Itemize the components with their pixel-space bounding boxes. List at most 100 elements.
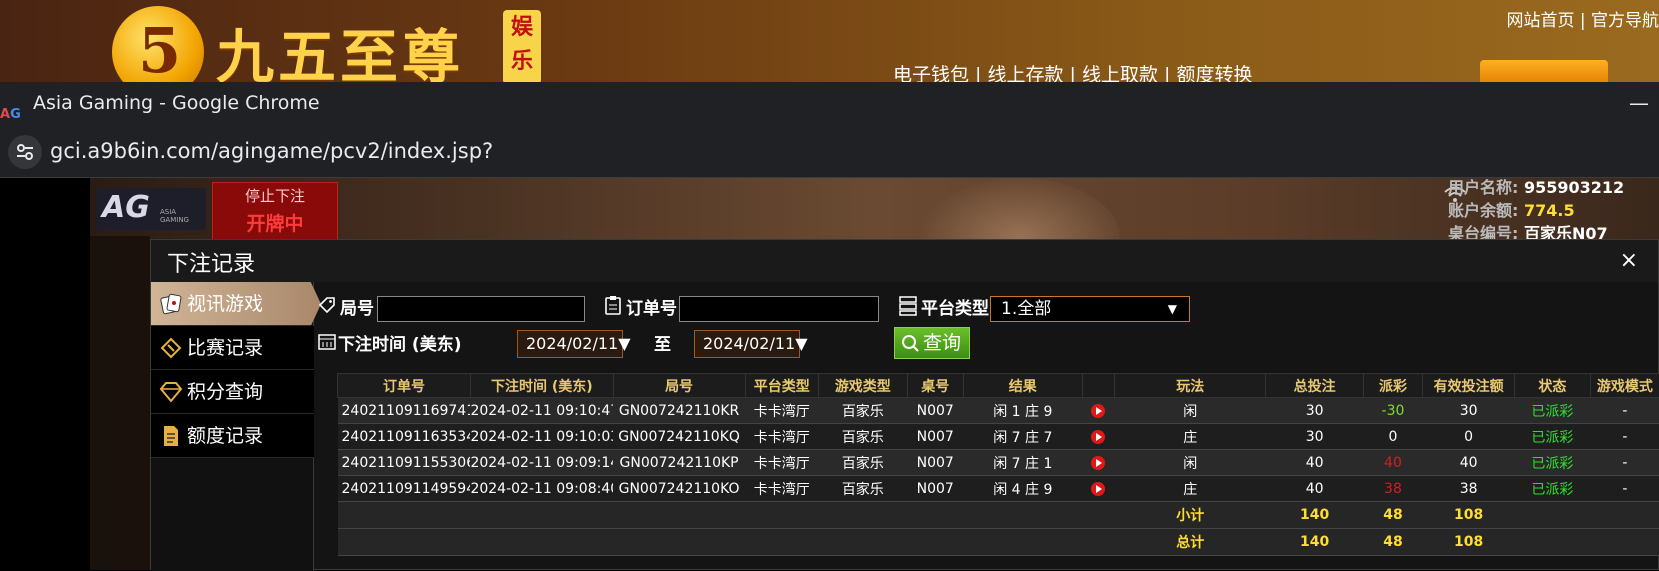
cell-time: 2024-02-11 09:10:47	[470, 398, 613, 424]
total-row: 总计 140 48 108	[338, 529, 1659, 556]
cell-platform: 卡卡湾厅	[745, 424, 819, 450]
cell-video[interactable]	[1082, 424, 1114, 450]
side-item-label: 积分查询	[187, 381, 263, 403]
date-from-picker[interactable]: 2024/02/11▼	[517, 330, 623, 358]
round-label: 局号	[340, 294, 374, 319]
bet-records-table: 订单号 下注时间 (美东) 局号 平台类型 游戏类型 桌号 结果 玩法 总投注 …	[337, 373, 1659, 556]
platform-select-value: 1.全部	[1001, 299, 1051, 319]
cell-payout: 38	[1363, 476, 1422, 502]
cell-time: 2024-02-11 09:10:03	[470, 424, 613, 450]
side-item-video-games[interactable]: 视讯游戏	[151, 282, 321, 326]
username-value: 955903212	[1524, 178, 1624, 197]
site-logo-number: 5	[138, 14, 181, 82]
order-input[interactable]	[679, 296, 879, 322]
cell-table: N007	[907, 424, 963, 450]
balance-label: 账户余额:	[1448, 201, 1518, 220]
col-order: 订单号	[338, 374, 471, 398]
dealing-text: 开牌中	[213, 209, 337, 236]
col-platform: 平台类型	[745, 374, 819, 398]
clipboard-icon	[604, 295, 622, 315]
query-button-label: 查询	[923, 332, 961, 354]
cell-mode: -	[1590, 450, 1659, 476]
url-field[interactable]: gci.a9b6in.com/agingame/pcv2/index.jsp?	[50, 124, 493, 178]
minimize-button[interactable]: —	[1629, 82, 1649, 124]
cell-bet: 30	[1266, 398, 1363, 424]
cell-game: 百家乐	[819, 476, 908, 502]
site-logo-badge-text: 娱乐	[511, 10, 533, 78]
subtotal-valid: 108	[1423, 502, 1515, 529]
calendar-icon	[318, 332, 336, 350]
cell-video[interactable]	[1082, 398, 1114, 424]
cell-mode: -	[1590, 424, 1659, 450]
side-item-points-query[interactable]: 积分查询	[151, 370, 314, 414]
window-title: Asia Gaming - Google Chrome	[33, 82, 320, 124]
cell-time: 2024-02-11 09:09:14	[470, 450, 613, 476]
site-banner: 5 九五至尊 娱乐 网站首页 | 官方导航 电子钱包 | 线上存款 | 线上取款…	[0, 0, 1659, 82]
side-item-label: 额度记录	[187, 425, 263, 447]
cell-bet: 30	[1266, 424, 1363, 450]
subtotal-row: 小计 140 48 108	[338, 502, 1659, 529]
total-spacer	[338, 529, 1115, 556]
tag-icon	[318, 296, 336, 314]
close-icon[interactable]: ×	[1620, 248, 1638, 273]
ag-logo-text: AG	[102, 190, 150, 225]
cell-order: 240211091155306	[338, 450, 471, 476]
betting-status-badge: 停止下注 开牌中	[212, 182, 338, 240]
query-button[interactable]: 查询	[894, 327, 970, 359]
platform-select[interactable]: 1.全部 ▼	[990, 296, 1190, 322]
cell-payout: 40	[1363, 450, 1422, 476]
col-play: 玩法	[1115, 374, 1266, 398]
bet-record-modal: 下注记录 × 视讯游戏 比赛记录 积分查询 额度记录 局号 订单号 平台类型 1…	[150, 239, 1659, 570]
cell-round: GN007242110KR	[613, 398, 745, 424]
play-video-icon[interactable]	[1091, 456, 1105, 470]
cell-round: GN007242110KO	[613, 476, 745, 502]
filter-area: 局号 订单号 平台类型 1.全部 ▼ 下注时间 (美东) 2024/02/11▼…	[314, 282, 1659, 372]
cell-round: GN007242110KP	[613, 450, 745, 476]
server-icon	[899, 296, 917, 316]
site-logo-badge: 娱乐	[503, 10, 541, 82]
cell-game: 百家乐	[819, 424, 908, 450]
cell-payout: -30	[1363, 398, 1422, 424]
cell-platform: 卡卡湾厅	[745, 476, 819, 502]
play-video-icon[interactable]	[1091, 430, 1105, 444]
record-side-menu: 视讯游戏 比赛记录 积分查询 额度记录	[151, 282, 314, 571]
cell-result: 闲 1 庄 9	[963, 398, 1082, 424]
site-nav[interactable]: 电子钱包 | 线上存款 | 线上取款 | 额度转换	[893, 60, 1252, 82]
table-row: 240211091155306 2024-02-11 09:09:14 GN00…	[338, 450, 1659, 476]
play-video-icon[interactable]	[1091, 482, 1105, 496]
total-tail	[1515, 529, 1659, 556]
table-header-row: 订单号 下注时间 (美东) 局号 平台类型 游戏类型 桌号 结果 玩法 总投注 …	[338, 374, 1659, 398]
ag-logo: AG ASIA GAMING	[96, 188, 206, 230]
cards-icon	[159, 292, 183, 316]
side-item-match-records[interactable]: 比赛记录	[151, 326, 314, 370]
total-bet: 140	[1266, 529, 1363, 556]
bet-time-label: 下注时间 (美东)	[338, 330, 461, 355]
side-item-credit-records[interactable]: 额度记录	[151, 414, 314, 458]
cell-bet: 40	[1266, 450, 1363, 476]
user-info-panel: 用户名称: 955903212 账户余额: 774.5 桌台编号: 百家乐N07	[1448, 176, 1624, 245]
cell-table: N007	[907, 450, 963, 476]
game-side-panel	[90, 236, 150, 570]
play-video-icon[interactable]	[1091, 404, 1105, 418]
logout-button[interactable]	[1480, 60, 1608, 82]
platform-label: 平台类型	[921, 294, 989, 319]
table-row: 240211091149594 2024-02-11 09:08:40 GN00…	[338, 476, 1659, 502]
chrome-address-bar: gci.a9b6in.com/agingame/pcv2/index.jsp?	[0, 124, 1659, 178]
cell-bet: 40	[1266, 476, 1363, 502]
ticket-icon	[159, 336, 183, 360]
cell-video[interactable]	[1082, 450, 1114, 476]
cell-result: 闲 4 庄 9	[963, 476, 1082, 502]
cell-status: 已派彩	[1515, 476, 1591, 502]
round-input[interactable]	[377, 296, 585, 322]
modal-header: 下注记录 ×	[151, 240, 1658, 282]
chevron-down-icon: ▼	[1168, 297, 1177, 321]
col-time: 下注时间 (美东)	[470, 374, 613, 398]
cell-video[interactable]	[1082, 476, 1114, 502]
cell-status: 已派彩	[1515, 424, 1591, 450]
total-payout: 48	[1363, 529, 1422, 556]
cell-valid: 30	[1423, 398, 1515, 424]
date-to-picker[interactable]: 2024/02/11▼	[694, 330, 800, 358]
top-links[interactable]: 网站首页 | 官方导航	[1506, 6, 1659, 31]
stop-betting-text: 停止下注	[213, 185, 337, 206]
site-settings-icon[interactable]	[8, 135, 42, 169]
